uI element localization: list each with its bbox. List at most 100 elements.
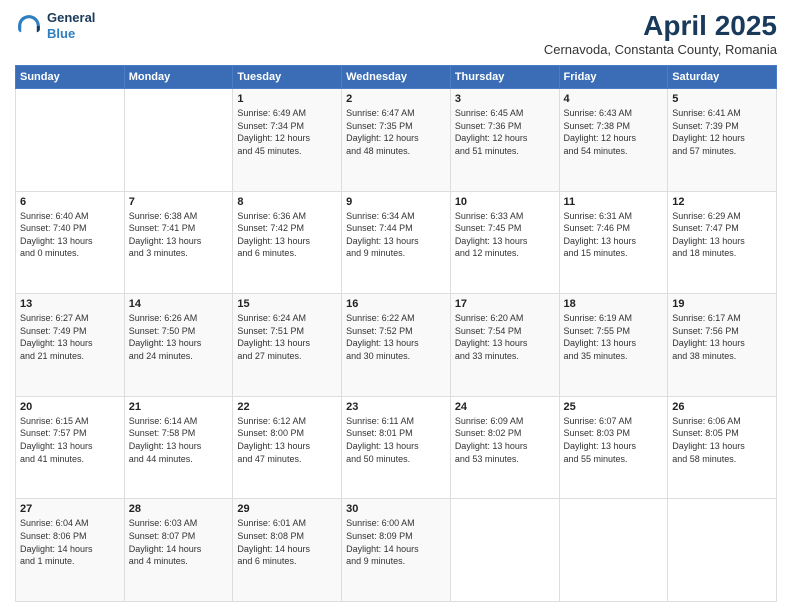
day-info: Sunrise: 6:34 AM Sunset: 7:44 PM Dayligh… [346,210,446,260]
calendar-cell: 13 Sunrise: 6:27 AM Sunset: 7:49 PM Dayli… [16,294,125,397]
calendar-cell: 5 Sunrise: 6:41 AM Sunset: 7:39 PM Daylig… [668,89,777,192]
calendar-cell: 16Sunrise: 6:22 AM Sunset: 7:52 PM Dayli… [342,294,451,397]
day-number: 6 [20,196,120,208]
week-row-5: 27 Sunrise: 6:04 AM Sunset: 8:06 PM Dayli… [16,499,777,602]
day-number: 11 [564,196,664,208]
day-number: 22 [237,401,337,413]
day-header-saturday: Saturday [668,66,777,89]
day-info: Sunrise: 6:27 AM Sunset: 7:49 PM Dayligh… [20,312,120,362]
day-info: Sunrise: 6:09 AM Sunset: 8:02 PM Dayligh… [455,415,555,465]
day-info: Sunrise: 6:36 AM Sunset: 7:42 PM Dayligh… [237,210,337,260]
logo-text: General Blue [47,10,95,41]
day-number: 9 [346,196,446,208]
day-number: 29 [237,503,337,515]
day-info: Sunrise: 6:40 AM Sunset: 7:40 PM Dayligh… [20,210,120,260]
day-info: Sunrise: 6:11 AM Sunset: 8:01 PM Dayligh… [346,415,446,465]
calendar-cell: 15Sunrise: 6:24 AM Sunset: 7:51 PM Dayli… [233,294,342,397]
day-number: 19 [672,298,772,310]
calendar-cell: 25 Sunrise: 6:07 AM Sunset: 8:03 PM Dayli… [559,396,668,499]
calendar-cell: 29Sunrise: 6:01 AM Sunset: 8:08 PM Dayli… [233,499,342,602]
day-number: 16 [346,298,446,310]
calendar-cell: 10 Sunrise: 6:33 AM Sunset: 7:45 PM Dayli… [450,191,559,294]
day-info: Sunrise: 6:17 AM Sunset: 7:56 PM Dayligh… [672,312,772,362]
day-number: 25 [564,401,664,413]
day-number: 20 [20,401,120,413]
calendar-cell: 7Sunrise: 6:38 AM Sunset: 7:41 PM Daylig… [124,191,233,294]
calendar-cell [450,499,559,602]
calendar-cell [124,89,233,192]
calendar-cell: 17 Sunrise: 6:20 AM Sunset: 7:54 PM Dayli… [450,294,559,397]
day-info: Sunrise: 6:47 AM Sunset: 7:35 PM Dayligh… [346,107,446,157]
day-info: Sunrise: 6:03 AM Sunset: 8:07 PM Dayligh… [129,517,229,567]
calendar-cell: 21 Sunrise: 6:14 AM Sunset: 7:58 PM Dayli… [124,396,233,499]
day-info: Sunrise: 6:29 AM Sunset: 7:47 PM Dayligh… [672,210,772,260]
day-info: Sunrise: 6:45 AM Sunset: 7:36 PM Dayligh… [455,107,555,157]
day-header-monday: Monday [124,66,233,89]
day-number: 7 [129,196,229,208]
day-number: 3 [455,93,555,105]
calendar-cell [16,89,125,192]
day-number: 14 [129,298,229,310]
calendar-cell: 8 Sunrise: 6:36 AM Sunset: 7:42 PM Daylig… [233,191,342,294]
calendar-cell: 9 Sunrise: 6:34 AM Sunset: 7:44 PM Daylig… [342,191,451,294]
calendar-cell: 23 Sunrise: 6:11 AM Sunset: 8:01 PM Dayli… [342,396,451,499]
day-number: 30 [346,503,446,515]
calendar-header: SundayMondayTuesdayWednesdayThursdayFrid… [16,66,777,89]
calendar-cell: 26Sunrise: 6:06 AM Sunset: 8:05 PM Dayli… [668,396,777,499]
calendar-cell: 20 Sunrise: 6:15 AM Sunset: 7:57 PM Dayli… [16,396,125,499]
day-info: Sunrise: 6:33 AM Sunset: 7:45 PM Dayligh… [455,210,555,260]
calendar-cell [668,499,777,602]
calendar-cell: 6 Sunrise: 6:40 AM Sunset: 7:40 PM Daylig… [16,191,125,294]
day-info: Sunrise: 6:26 AM Sunset: 7:50 PM Dayligh… [129,312,229,362]
day-info: Sunrise: 6:06 AM Sunset: 8:05 PM Dayligh… [672,415,772,465]
day-header-sunday: Sunday [16,66,125,89]
day-number: 4 [564,93,664,105]
calendar-cell: 4 Sunrise: 6:43 AM Sunset: 7:38 PM Daylig… [559,89,668,192]
title-area: April 2025 Cernavoda, Constanta County, … [544,10,777,57]
day-number: 13 [20,298,120,310]
day-number: 28 [129,503,229,515]
header-row: SundayMondayTuesdayWednesdayThursdayFrid… [16,66,777,89]
logo-icon [15,12,43,40]
day-info: Sunrise: 6:00 AM Sunset: 8:09 PM Dayligh… [346,517,446,567]
day-number: 18 [564,298,664,310]
day-number: 23 [346,401,446,413]
calendar-cell: 19 Sunrise: 6:17 AM Sunset: 7:56 PM Dayli… [668,294,777,397]
day-info: Sunrise: 6:20 AM Sunset: 7:54 PM Dayligh… [455,312,555,362]
logo: General Blue [15,10,95,41]
day-info: Sunrise: 6:14 AM Sunset: 7:58 PM Dayligh… [129,415,229,465]
day-number: 5 [672,93,772,105]
day-info: Sunrise: 6:04 AM Sunset: 8:06 PM Dayligh… [20,517,120,567]
day-number: 27 [20,503,120,515]
week-row-3: 13 Sunrise: 6:27 AM Sunset: 7:49 PM Dayli… [16,294,777,397]
calendar-cell: 3 Sunrise: 6:45 AM Sunset: 7:36 PM Daylig… [450,89,559,192]
day-header-thursday: Thursday [450,66,559,89]
calendar-cell: 2Sunrise: 6:47 AM Sunset: 7:35 PM Daylig… [342,89,451,192]
week-row-1: 1 Sunrise: 6:49 AM Sunset: 7:34 PM Daylig… [16,89,777,192]
page: General Blue April 2025 Cernavoda, Const… [0,0,792,612]
day-number: 8 [237,196,337,208]
header: General Blue April 2025 Cernavoda, Const… [15,10,777,57]
day-info: Sunrise: 6:15 AM Sunset: 7:57 PM Dayligh… [20,415,120,465]
day-info: Sunrise: 6:41 AM Sunset: 7:39 PM Dayligh… [672,107,772,157]
calendar-body: 1 Sunrise: 6:49 AM Sunset: 7:34 PM Daylig… [16,89,777,602]
calendar-cell [559,499,668,602]
calendar-cell: 11 Sunrise: 6:31 AM Sunset: 7:46 PM Dayli… [559,191,668,294]
day-number: 10 [455,196,555,208]
calendar-cell: 24Sunrise: 6:09 AM Sunset: 8:02 PM Dayli… [450,396,559,499]
day-info: Sunrise: 6:07 AM Sunset: 8:03 PM Dayligh… [564,415,664,465]
day-info: Sunrise: 6:49 AM Sunset: 7:34 PM Dayligh… [237,107,337,157]
calendar-cell: 27 Sunrise: 6:04 AM Sunset: 8:06 PM Dayli… [16,499,125,602]
calendar-cell: 1 Sunrise: 6:49 AM Sunset: 7:34 PM Daylig… [233,89,342,192]
day-header-friday: Friday [559,66,668,89]
day-header-tuesday: Tuesday [233,66,342,89]
day-header-wednesday: Wednesday [342,66,451,89]
week-row-2: 6 Sunrise: 6:40 AM Sunset: 7:40 PM Daylig… [16,191,777,294]
day-number: 1 [237,93,337,105]
day-number: 21 [129,401,229,413]
calendar-cell: 18Sunrise: 6:19 AM Sunset: 7:55 PM Dayli… [559,294,668,397]
day-info: Sunrise: 6:43 AM Sunset: 7:38 PM Dayligh… [564,107,664,157]
day-info: Sunrise: 6:31 AM Sunset: 7:46 PM Dayligh… [564,210,664,260]
day-info: Sunrise: 6:24 AM Sunset: 7:51 PM Dayligh… [237,312,337,362]
day-number: 17 [455,298,555,310]
